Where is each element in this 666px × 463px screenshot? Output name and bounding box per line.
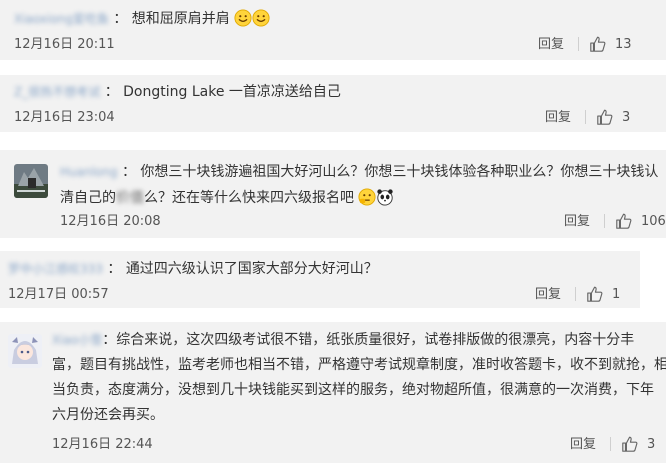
comment-5-line-1: Xiao小雪：综合来说，这次四级考试很不错，纸张质量很好，试卷排版做的很漂亮，内… (52, 328, 652, 353)
comment-5-body: Xiao小雪：综合来说，这次四级考试很不错，纸张质量很好，试卷排版做的很漂亮，内… (52, 328, 666, 428)
comment-3-blurred-word: 价值 (116, 190, 144, 206)
smile-emoji-icon (252, 9, 270, 27)
comment-2-username[interactable]: Z_很热不想考试 (14, 85, 100, 99)
comment-4-body: 罗中小江感叹333 ： 通过四六级认识了国家大部分大好河山？ (8, 260, 378, 278)
thinking-emoji-icon (358, 188, 377, 206)
comment-2-sep: ： (104, 84, 119, 100)
comment-3-time: 12月16日 20:08 (60, 214, 161, 229)
comment-2-time: 12月16日 23:04 (14, 110, 115, 125)
comment-5-text-line-1: 综合来说，这次四级考试很不错，纸张质量很好，试卷排版做的很漂亮，内容十分丰 (116, 332, 635, 348)
comment-1-like-button[interactable]: 13 (578, 35, 632, 53)
comment-1-time: 12月16日 20:11 (14, 37, 115, 52)
comment-3-text-line-1: 你想三十块钱游遍祖国大好河山么？你想三十块钱体验各种职业么？你想三十块钱认 (140, 164, 659, 180)
comment-1-body: Xiaoxiong爱吃鱼 ： 想和屈原肩并肩 (14, 9, 270, 28)
comment-4-reply-button[interactable]: 回复 (535, 286, 561, 304)
divider (575, 287, 576, 301)
comment-2-body: Z_很热不想考试 ： Dongting Lake 一首凉凉送给自己 (14, 83, 341, 101)
comment-4-username[interactable]: 罗中小江感叹333 (8, 262, 103, 276)
comment-1-reply-button[interactable]: 回复 (538, 36, 564, 54)
divider (585, 110, 586, 124)
comment-2-like-button[interactable]: 3 (585, 108, 630, 126)
thumbs-up-icon (616, 213, 632, 229)
comment-5-username[interactable]: Xiao小雪 (52, 333, 102, 347)
smile-emoji-icon (234, 9, 252, 27)
comment-5-sep: ： (102, 332, 117, 348)
comment-card-3: Huanlong ： 你想三十块钱游遍祖国大好河山么？你想三十块钱体验各种职业么… (0, 150, 666, 238)
comment-2-reply-button[interactable]: 回复 (545, 109, 571, 127)
comment-3-text-line-2a: 清自己的 (60, 190, 116, 206)
divider (604, 214, 605, 228)
thumbs-up-icon (597, 109, 613, 125)
comment-card-4: 罗中小江感叹333 ： 通过四六级认识了国家大部分大好河山？ 12月17日 00… (0, 251, 640, 308)
avatar-image (14, 164, 48, 198)
thumbs-up-icon (587, 286, 603, 302)
thumbs-up-icon (590, 36, 606, 52)
comment-3-like-count: 106 (641, 213, 666, 229)
comment-1-sep: ： (113, 11, 128, 27)
comment-5-like-button[interactable]: 3 (610, 435, 655, 453)
comment-card-1: Xiaoxiong爱吃鱼 ： 想和屈原肩并肩 12月16日 20:11 回复 1… (0, 0, 666, 60)
comment-3-sep: ： (121, 164, 136, 180)
comment-3-text-line-2b: 么？还在等什么快来四六级报名吧 (144, 190, 354, 206)
comment-4-sep: ： (107, 261, 122, 277)
comment-5-reply-button[interactable]: 回复 (570, 436, 596, 454)
comment-1-text: 想和屈原肩并肩 (131, 11, 230, 27)
avatar[interactable] (14, 164, 48, 198)
comment-3-username[interactable]: Huanlong (60, 165, 118, 179)
avatar[interactable] (8, 334, 42, 368)
comment-3-line-2: 清自己的价值么？还在等什么快来四六级报名吧 (60, 188, 394, 207)
comment-1-like-count: 13 (615, 36, 632, 52)
comment-4-time: 12月17日 00:57 (8, 287, 109, 302)
divider (610, 437, 611, 451)
comment-5-line-2: 富，题目有挑战性，监考老师也相当不错，严格遵守考试规章制度，准时收答题卡，收不到… (52, 357, 666, 373)
comment-3-line-1: Huanlong ： 你想三十块钱游遍祖国大好河山么？你想三十块钱体验各种职业么… (60, 163, 658, 181)
comment-5-line-3: 当负责，态度满分，没想到几十块钱能买到这样的服务，绝对物超所值，很满意的一次消费… (52, 382, 654, 398)
comment-5-like-count: 3 (647, 436, 656, 452)
divider (578, 37, 579, 51)
comment-4-text: 通过四六级认识了国家大部分大好河山？ (125, 261, 378, 277)
thumbs-up-icon (622, 436, 638, 452)
comment-3-reply-button[interactable]: 回复 (564, 213, 590, 231)
comment-5-time: 12月16日 22:44 (52, 437, 153, 452)
comment-3-like-button[interactable]: 106 (604, 212, 666, 230)
panda-emoji-icon (377, 189, 394, 206)
comment-card-2: Z_很热不想考试 ： Dongting Lake 一首凉凉送给自己 12月16日… (0, 75, 666, 132)
comment-1-username[interactable]: Xiaoxiong爱吃鱼 (14, 12, 109, 26)
comment-5-line-4: 六月份还会再买。 (52, 407, 164, 423)
comment-card-5: Xiao小雪：综合来说，这次四级考试很不错，纸张质量很好，试卷排版做的很漂亮，内… (0, 322, 666, 463)
comment-2-text: Dongting Lake 一首凉凉送给自己 (123, 84, 341, 100)
comment-4-like-button[interactable]: 1 (575, 285, 620, 303)
comment-2-like-count: 3 (622, 109, 631, 125)
avatar-image (8, 334, 42, 368)
comment-4-like-count: 1 (612, 286, 621, 302)
